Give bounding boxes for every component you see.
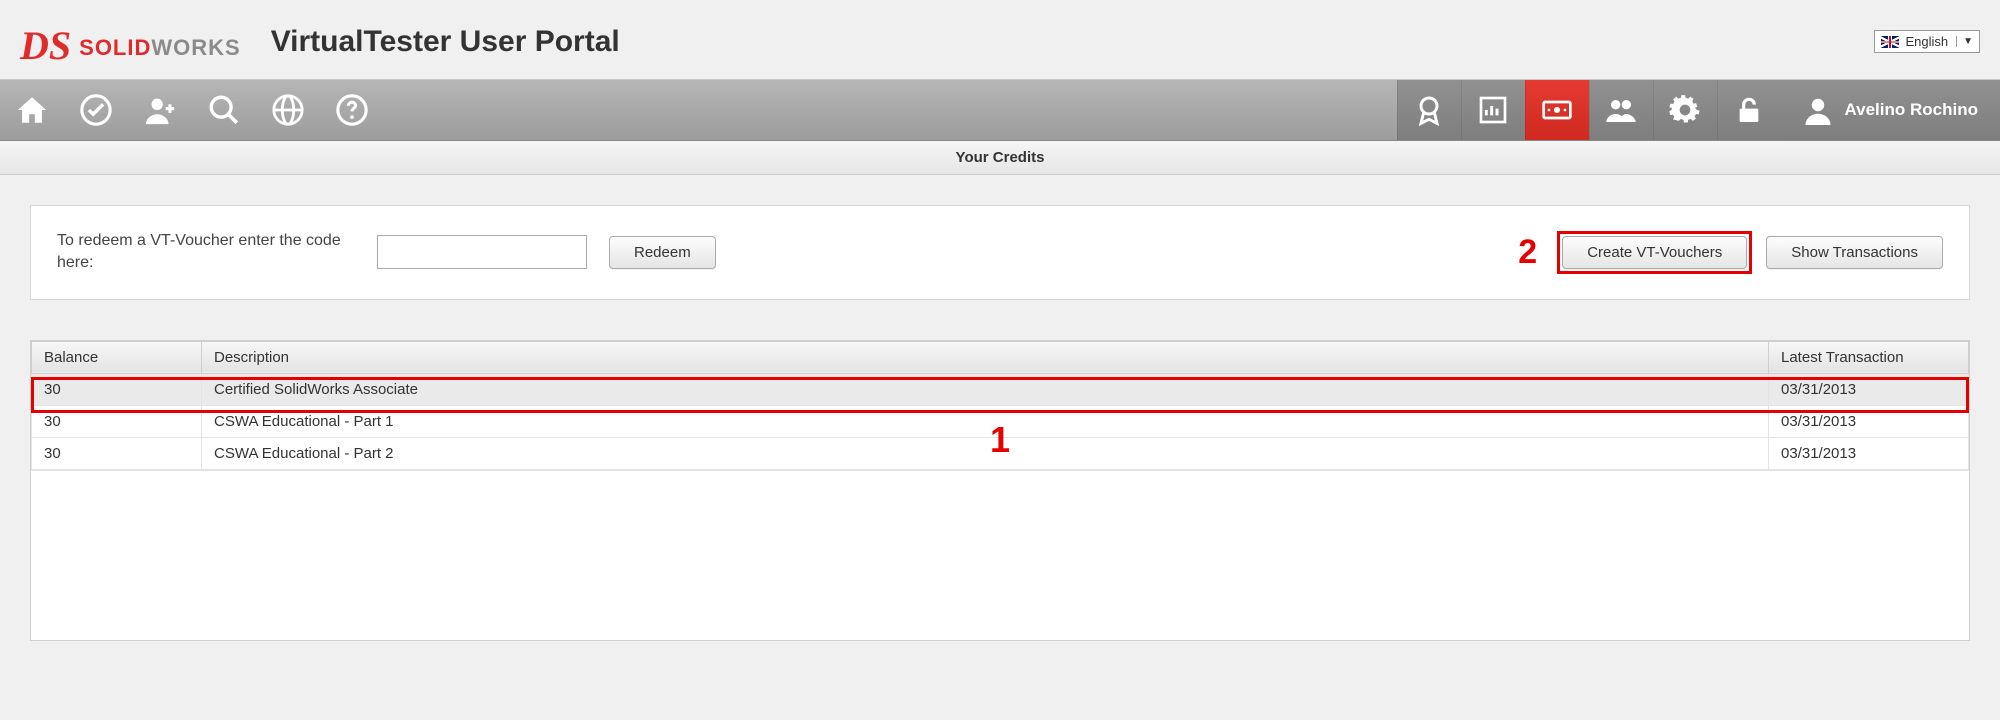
nav-unlock[interactable] bbox=[1717, 80, 1781, 140]
user-menu[interactable]: Avelino Rochino bbox=[1781, 80, 2000, 140]
nav-add-user[interactable] bbox=[128, 80, 192, 140]
nav-badge[interactable] bbox=[1397, 80, 1461, 140]
show-transactions-button[interactable]: Show Transactions bbox=[1766, 236, 1943, 269]
globe-icon bbox=[271, 93, 305, 127]
cell-description: CSWA Educational - Part 1 bbox=[202, 405, 1769, 437]
badge-icon bbox=[1413, 94, 1445, 126]
navbar: Avelino Rochino bbox=[0, 79, 2000, 141]
nav-help[interactable] bbox=[320, 80, 384, 140]
logo: DS SOLIDWORKS bbox=[20, 18, 241, 65]
cell-description: Certified SolidWorks Associate bbox=[202, 373, 1769, 405]
create-vouchers-button[interactable]: Create VT-Vouchers bbox=[1562, 236, 1747, 269]
unlock-icon bbox=[1733, 94, 1765, 126]
flag-uk-icon bbox=[1881, 36, 1899, 48]
language-picker[interactable]: English ▼ bbox=[1874, 30, 1980, 53]
language-label: English bbox=[1905, 34, 1948, 49]
chevron-down-icon: ▼ bbox=[1956, 36, 1973, 47]
subheader-title: Your Credits bbox=[956, 149, 1045, 166]
nav-credits[interactable] bbox=[1525, 80, 1589, 140]
credits-icon bbox=[1541, 94, 1573, 126]
cell-latest: 03/31/2013 bbox=[1769, 437, 1969, 469]
annotation-1: 1 bbox=[990, 419, 1010, 461]
voucher-code-input[interactable] bbox=[377, 235, 587, 269]
help-icon bbox=[335, 93, 369, 127]
table-header-row: Balance Description Latest Transaction bbox=[32, 341, 1969, 373]
redeem-label: To redeem a VT-Voucher enter the code he… bbox=[57, 230, 377, 275]
nav-users[interactable] bbox=[1589, 80, 1653, 140]
credits-table-wrap: Balance Description Latest Transaction 3… bbox=[30, 340, 1970, 641]
avatar-icon bbox=[1803, 95, 1833, 125]
brand-works: WORKS bbox=[151, 35, 240, 60]
home-icon bbox=[15, 93, 49, 127]
cell-latest: 03/31/2013 bbox=[1769, 405, 1969, 437]
search-icon bbox=[207, 93, 241, 127]
check-icon bbox=[79, 93, 113, 127]
nav-check[interactable] bbox=[64, 80, 128, 140]
annotation-2: 2 bbox=[1518, 233, 1537, 272]
logo-ds-icon: DS bbox=[20, 22, 71, 69]
cell-balance: 30 bbox=[32, 437, 202, 469]
col-description[interactable]: Description bbox=[202, 341, 1769, 373]
nav-search[interactable] bbox=[192, 80, 256, 140]
stats-icon bbox=[1477, 94, 1509, 126]
user-name: Avelino Rochino bbox=[1845, 100, 1979, 120]
redeem-panel: To redeem a VT-Voucher enter the code he… bbox=[30, 205, 1970, 300]
add-user-icon bbox=[143, 93, 177, 127]
cell-latest: 03/31/2013 bbox=[1769, 373, 1969, 405]
nav-globe[interactable] bbox=[256, 80, 320, 140]
gear-icon bbox=[1669, 94, 1701, 126]
users-icon bbox=[1605, 94, 1637, 126]
redeem-button[interactable]: Redeem bbox=[609, 236, 716, 269]
nav-settings[interactable] bbox=[1653, 80, 1717, 140]
subheader: Your Credits bbox=[0, 141, 2000, 175]
table-empty-area bbox=[31, 470, 1969, 640]
cell-balance: 30 bbox=[32, 405, 202, 437]
nav-home[interactable] bbox=[0, 80, 64, 140]
header: DS SOLIDWORKS VirtualTester User Portal … bbox=[0, 0, 2000, 79]
table-row[interactable]: 30 Certified SolidWorks Associate 03/31/… bbox=[32, 373, 1969, 405]
brand-solid: SOLID bbox=[79, 35, 151, 60]
nav-stats[interactable] bbox=[1461, 80, 1525, 140]
col-latest[interactable]: Latest Transaction bbox=[1769, 341, 1969, 373]
cell-balance: 30 bbox=[32, 373, 202, 405]
highlight-create-vouchers: Create VT-Vouchers bbox=[1557, 231, 1752, 274]
page-title: VirtualTester User Portal bbox=[271, 25, 620, 59]
col-balance[interactable]: Balance bbox=[32, 341, 202, 373]
cell-description: CSWA Educational - Part 2 bbox=[202, 437, 1769, 469]
